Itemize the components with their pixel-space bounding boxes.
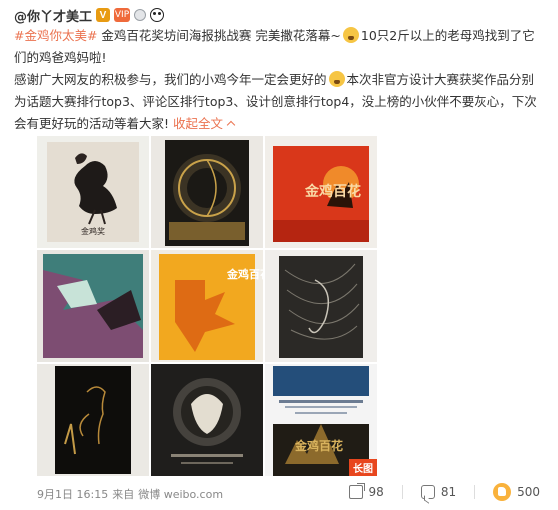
share-count: 98 [368, 485, 384, 499]
poster-3-caption: 金鸡百花 [304, 183, 361, 200]
panda-icon[interactable] [150, 8, 165, 22]
poster-2-art [151, 136, 263, 248]
surprised-emoji-icon [342, 27, 359, 43]
poster-thumb-2[interactable] [151, 136, 263, 248]
poster-5-art: 金鸡百花 [151, 250, 263, 362]
post-footer: 9月1日 16:15 来自 微博 weibo.com 98 81 500 [0, 478, 558, 510]
poster-6-art [265, 250, 377, 362]
divider [401, 485, 403, 499]
poster-4-art [37, 250, 149, 362]
poster-8-art [151, 364, 263, 476]
like-button[interactable]: 500 [493, 483, 540, 501]
share-button[interactable]: 98 [348, 483, 384, 499]
poster-thumb-7[interactable] [37, 364, 149, 476]
author-row: @你丫才美工 V VIP [14, 6, 165, 25]
post-meta: 9月1日 16:15 来自 微博 weibo.com [37, 486, 223, 502]
laugh-emoji-icon [328, 71, 345, 87]
poster-1-caption: 金鸡奖 [81, 226, 105, 236]
like-icon [493, 483, 512, 501]
poster-thumb-4[interactable] [37, 250, 149, 362]
poster-3-art: 金鸡百花 [265, 136, 377, 248]
comment-icon [420, 485, 435, 499]
post-text: #金鸡你太美# 金鸡百花奖坊间海报挑战赛 完美撒花落幕~ 10只2斤以上的老母鸡找… [14, 25, 544, 135]
divider [474, 485, 476, 499]
hashtag-link[interactable]: #金鸡你太美# [14, 28, 97, 43]
poster-thumb-8[interactable] [151, 364, 263, 476]
post-actions: 98 81 500 [348, 483, 540, 501]
collapse-link[interactable]: 收起全文 [173, 116, 236, 131]
poster-9-caption: 金鸡百花 [294, 438, 343, 453]
poster-1-art: 金鸡奖 [37, 136, 149, 248]
poster-thumb-3[interactable]: 金鸡百花 [265, 136, 377, 248]
vip-icon[interactable]: VIP [114, 8, 131, 22]
source-prefix: 来自 [112, 488, 135, 501]
post-line1: 金鸡百花奖坊间海报挑战赛 完美撒花落幕~ [97, 28, 341, 43]
poster-thumb-6[interactable] [265, 250, 377, 362]
poster-thumb-5[interactable]: 金鸡百花 [151, 250, 263, 362]
post-source[interactable]: 微博 weibo.com [138, 486, 223, 502]
poster-5-caption: 金鸡百花 [226, 267, 263, 281]
post-para2a: 感谢广大网友的积极参与，我们的小鸡今年一定会更好的 [14, 72, 327, 87]
long-image-tag: 长图 [349, 459, 377, 476]
poster-thumb-9[interactable]: 金鸡百花 长图 [265, 364, 377, 476]
collapse-label: 收起全文 [173, 116, 224, 131]
like-count: 500 [517, 485, 540, 499]
medal-icon[interactable] [134, 9, 147, 21]
post-date[interactable]: 9月1日 16:15 [37, 486, 108, 502]
poster-thumb-1[interactable]: 金鸡奖 [37, 136, 149, 248]
poster-7-art [37, 364, 149, 476]
share-icon [348, 483, 365, 499]
chevron-up-icon [226, 120, 236, 130]
comment-button[interactable]: 81 [420, 485, 457, 499]
comment-count: 81 [440, 485, 457, 499]
verified-v-icon[interactable]: V [96, 8, 111, 22]
image-grid: 金鸡奖 金鸡百花 金鸡百 金鸡百花 长图 [37, 136, 377, 476]
author-name[interactable]: @你丫才美工 [14, 6, 92, 25]
